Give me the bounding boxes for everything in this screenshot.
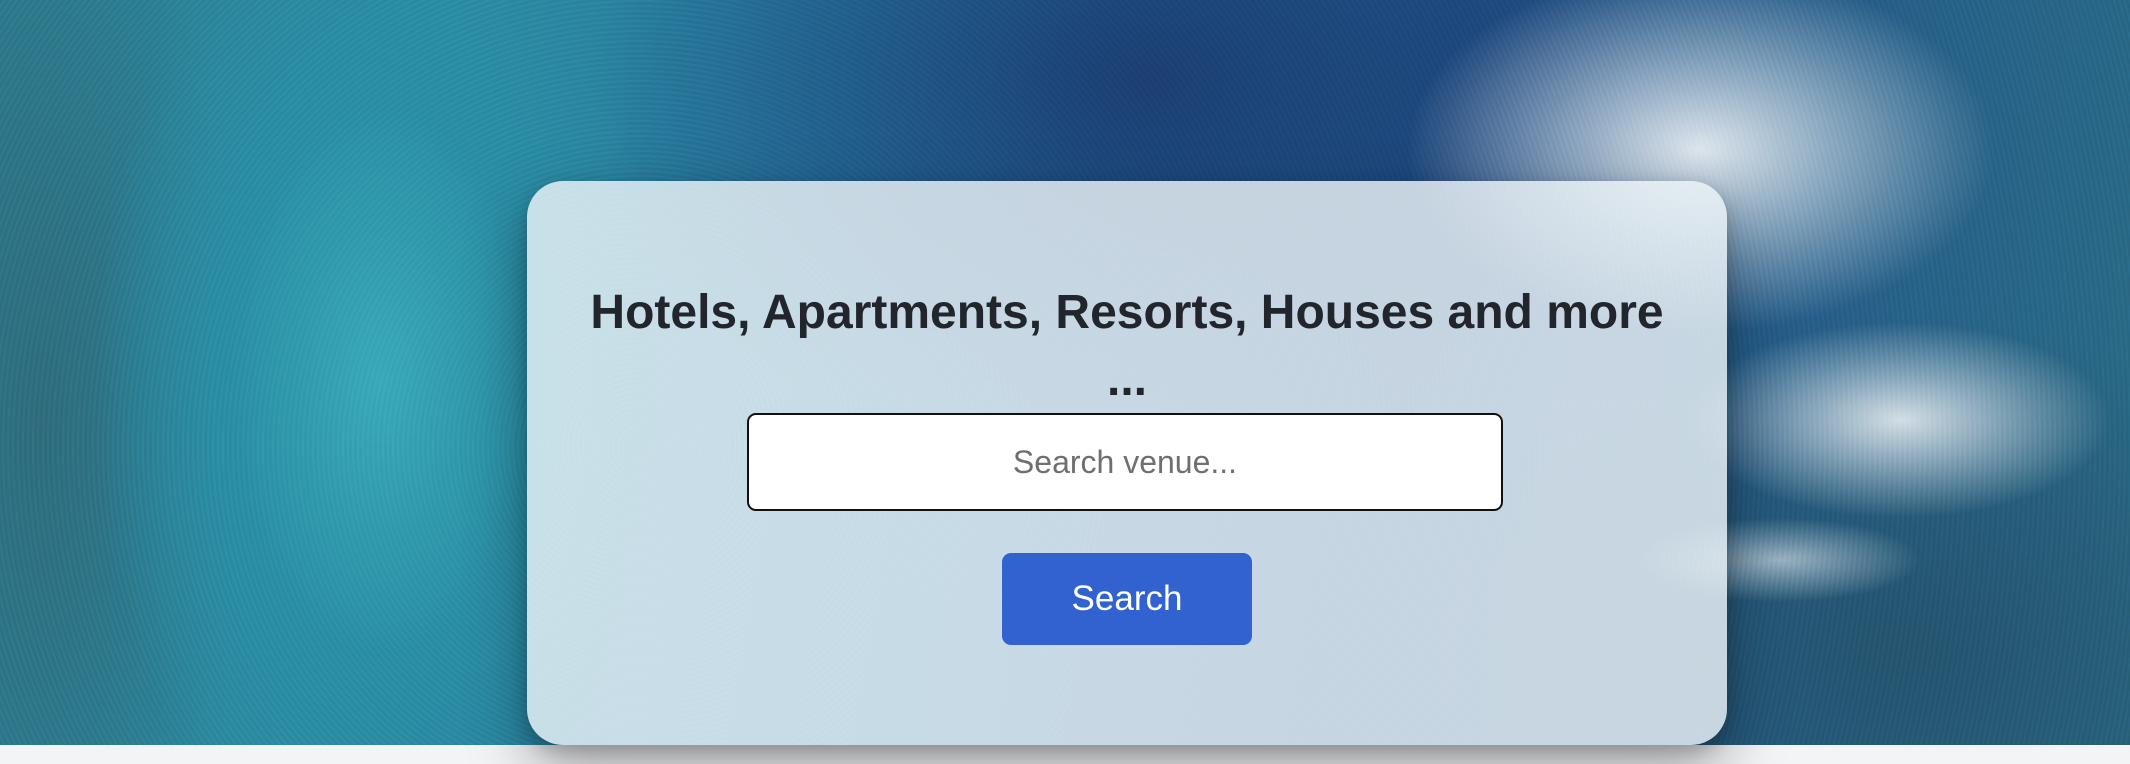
search-venue-input[interactable]: [747, 413, 1503, 511]
search-card: Hotels, Apartments, Resorts, Houses and …: [527, 181, 1727, 745]
hero-title: Hotels, Apartments, Resorts, Houses and …: [590, 286, 1664, 406]
page-bottom-strip: [0, 745, 2130, 764]
search-button[interactable]: Search: [1002, 553, 1252, 645]
